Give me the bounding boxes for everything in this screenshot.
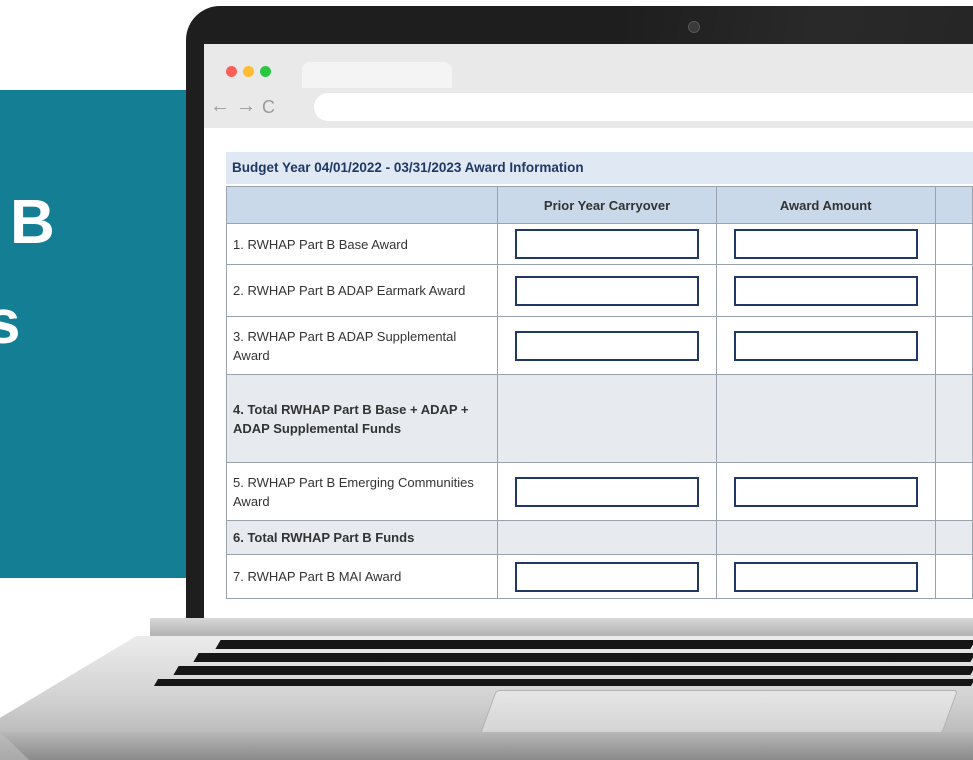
award-amount-input[interactable] <box>733 229 918 259</box>
table-row: 7. RWHAP Part B MAI Award <box>225 554 973 599</box>
prior-year-carryover-input[interactable] <box>515 476 700 507</box>
laptop-screen: ← → C Budget Year 04/01/2022 - 03/31/202… <box>204 44 973 624</box>
maximize-window-icon[interactable] <box>260 66 271 77</box>
prior-year-carryover-input[interactable] <box>515 561 700 592</box>
table-row-total: 4. Total RWHAP Part B Base + ADAP + ADAP… <box>225 374 973 463</box>
address-bar[interactable] <box>314 93 973 121</box>
prior-year-carryover-input[interactable] <box>515 330 700 361</box>
row-label: 5. RWHAP Part B Emerging Communities Awa… <box>225 462 499 521</box>
award-amount-input[interactable] <box>733 330 918 361</box>
keyboard-row <box>215 640 973 649</box>
browser-toolbar: ← → C <box>204 44 973 128</box>
keyboard-row <box>173 666 973 675</box>
keyboard-row <box>153 679 973 686</box>
table-row: 2. RWHAP Part B ADAP Earmark Award <box>225 264 973 317</box>
reload-icon[interactable]: C <box>262 98 275 116</box>
camera-icon <box>688 21 700 33</box>
laptop-base-edge <box>0 732 973 760</box>
award-amount-input[interactable] <box>733 275 918 306</box>
column-header-label <box>225 186 499 224</box>
row-label: 6. Total RWHAP Part B Funds <box>225 520 499 555</box>
row-label: 1. RWHAP Part B Base Award <box>225 223 499 265</box>
table-row: 5. RWHAP Part B Emerging Communities Awa… <box>225 462 973 521</box>
row-label: 3. RWHAP Part B ADAP Supplemental Award <box>225 316 499 375</box>
column-header-extra <box>934 186 973 224</box>
row-label: 7. RWHAP Part B MAI Award <box>225 554 499 599</box>
award-table: Prior Year Carryover Award Amount 1. RWH… <box>225 186 973 599</box>
back-arrow-icon[interactable]: ← <box>210 96 230 116</box>
table-row: 1. RWHAP Part B Base Award <box>225 223 973 265</box>
side-text-1: B <box>10 188 55 257</box>
side-text-2: s <box>0 288 21 357</box>
award-amount-input[interactable] <box>733 476 918 507</box>
keyboard-row <box>193 653 973 662</box>
minimize-window-icon[interactable] <box>243 66 254 77</box>
column-header-prior-year-carryover: Prior Year Carryover <box>497 186 717 224</box>
forward-arrow-icon[interactable]: → <box>236 96 256 116</box>
award-amount-input[interactable] <box>733 561 918 592</box>
column-header-award-amount: Award Amount <box>715 186 936 224</box>
table-row: 3. RWHAP Part B ADAP Supplemental Award <box>225 316 973 375</box>
row-label: 2. RWHAP Part B ADAP Earmark Award <box>225 264 499 317</box>
row-label: 4. Total RWHAP Part B Base + ADAP + ADAP… <box>225 374 499 463</box>
table-row-total: 6. Total RWHAP Part B Funds <box>225 520 973 555</box>
prior-year-carryover-input[interactable] <box>515 229 700 259</box>
prior-year-carryover-input[interactable] <box>515 275 700 306</box>
trackpad <box>479 690 959 734</box>
budget-year-header: Budget Year 04/01/2022 - 03/31/2023 Awar… <box>226 152 973 184</box>
browser-tab[interactable] <box>302 62 452 88</box>
close-window-icon[interactable] <box>226 66 237 77</box>
